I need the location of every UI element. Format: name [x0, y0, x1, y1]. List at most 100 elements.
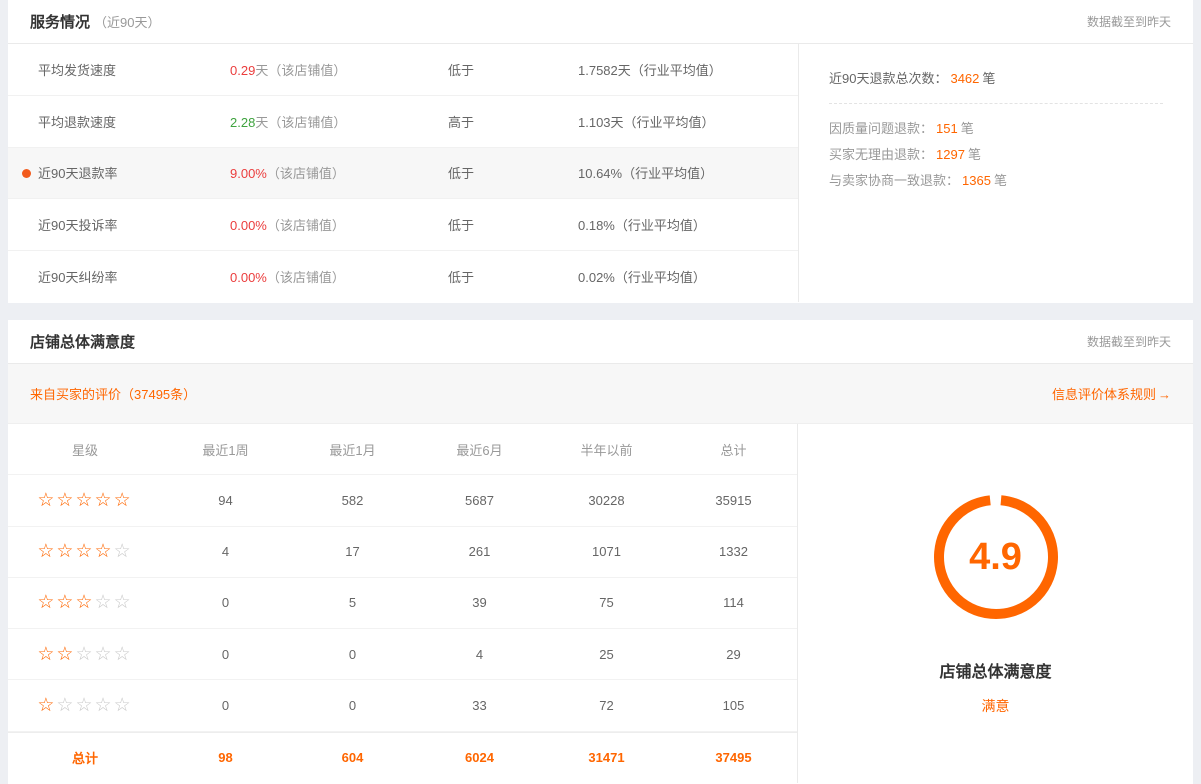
star-icon: ☆: [56, 490, 75, 511]
metric-store-value: 0.29天（该店铺值）: [222, 60, 440, 79]
arrow-right-icon: →: [1158, 387, 1171, 402]
rating-column-header: 星级: [8, 440, 162, 459]
star-icon: ☆: [114, 541, 133, 562]
rating-count: 33: [416, 698, 543, 713]
star-icon: ☆: [95, 490, 114, 511]
rating-rules-link-label: 信息评价体系规则: [1052, 387, 1156, 402]
metric-comparison: 高于: [440, 112, 570, 131]
refund-breakdown-item: 买家无理由退款：1297笔: [829, 142, 1163, 168]
rating-count: 35915: [670, 493, 797, 508]
metric-label: 近90天纠纷率: [8, 267, 222, 286]
satisfaction-panel-title: 店铺总体满意度: [30, 331, 135, 352]
rating-row: ☆☆☆☆☆41726110711332: [8, 527, 797, 578]
total-count: 37495: [670, 750, 797, 765]
rating-count: 94: [162, 493, 289, 508]
service-title-range: （近90天）: [94, 15, 160, 30]
star-rating: ☆☆☆☆☆: [8, 643, 162, 666]
star-icon: ☆: [56, 644, 75, 665]
metric-comparison: 低于: [440, 60, 570, 79]
service-metric-row[interactable]: 平均发货速度0.29天（该店铺值）低于1.7582天（行业平均值）: [8, 44, 798, 96]
star-icon: ☆: [95, 644, 114, 665]
star-icon: ☆: [75, 644, 94, 665]
score-label: 店铺总体满意度: [939, 658, 1051, 682]
metric-industry-value: 1.7582天（行业平均值）: [570, 60, 798, 79]
star-icon: ☆: [37, 592, 56, 613]
service-metric-row[interactable]: 近90天投诉率0.00%（该店铺值）低于0.18%（行业平均值）: [8, 199, 798, 251]
rating-count: 1332: [670, 544, 797, 559]
star-icon: ☆: [114, 644, 133, 665]
total-count: 98: [162, 750, 289, 765]
refund-breakdown-item: 因质量问题退款：151笔: [829, 116, 1163, 142]
rating-column-header: 总计: [670, 440, 797, 459]
star-icon: ☆: [114, 592, 133, 613]
metric-store-value: 9.00%（该店铺值）: [222, 163, 440, 182]
star-icon: ☆: [114, 695, 133, 716]
service-metric-row[interactable]: 近90天退款率9.00%（该店铺值）低于10.64%（行业平均值）: [8, 148, 798, 200]
star-icon: ☆: [37, 695, 56, 716]
rating-row: ☆☆☆☆☆9458256873022835915: [8, 475, 797, 526]
rating-count: 5687: [416, 493, 543, 508]
rating-count: 0: [162, 647, 289, 662]
satisfaction-panel: 店铺总体满意度 数据截至到昨天 来自买家的评价（37495条） 信息评价体系规则…: [8, 320, 1193, 784]
rating-count: 17: [289, 544, 416, 559]
satisfaction-panel-header: 店铺总体满意度 数据截至到昨天: [8, 320, 1193, 364]
rating-count: 582: [289, 493, 416, 508]
rating-count: 1071: [543, 544, 670, 559]
metric-comparison: 低于: [440, 215, 570, 234]
rating-column-header: 最近1月: [289, 440, 416, 459]
rating-count: 0: [289, 698, 416, 713]
satisfaction-body: 星级最近1周最近1月最近6月半年以前总计 ☆☆☆☆☆94582568730228…: [8, 424, 1193, 783]
service-panel-title: 服务情况（近90天）: [30, 11, 160, 32]
metric-comparison: 低于: [440, 163, 570, 182]
refund-total: 近90天退款总次数：3462笔: [829, 68, 1163, 87]
rating-total-row: 总计9860460243147137495: [8, 732, 797, 783]
total-row-label: 总计: [8, 748, 162, 767]
total-count: 604: [289, 750, 416, 765]
buyer-reviews-count: 来自买家的评价（37495条）: [30, 384, 196, 403]
dashed-divider: [829, 103, 1163, 104]
star-rating: ☆☆☆☆☆: [8, 694, 162, 717]
rating-count: 39: [416, 595, 543, 610]
rating-count: 30228: [543, 493, 670, 508]
refund-summary-panel: 近90天退款总次数：3462笔 因质量问题退款：151笔买家无理由退款：1297…: [798, 44, 1193, 302]
star-icon: ☆: [37, 541, 56, 562]
total-count: 6024: [416, 750, 543, 765]
star-icon: ☆: [95, 592, 114, 613]
score-status[interactable]: 满意: [982, 696, 1010, 716]
refund-total-unit: 笔: [982, 71, 995, 86]
rating-count: 75: [543, 595, 670, 610]
rating-count: 4: [416, 647, 543, 662]
refund-total-label: 近90天退款总次数：: [829, 71, 947, 86]
metric-label: 平均发货速度: [8, 60, 222, 79]
service-data-note: 数据截至到昨天: [1087, 13, 1171, 30]
metric-industry-value: 0.02%（行业平均值）: [570, 267, 798, 286]
metric-industry-value: 1.103天（行业平均值）: [570, 112, 798, 131]
star-icon: ☆: [95, 541, 114, 562]
metric-store-value: 2.28天（该店铺值）: [222, 112, 440, 131]
star-icon: ☆: [75, 592, 94, 613]
overall-score-panel: 4.9 店铺总体满意度 满意: [798, 424, 1193, 783]
refund-total-value: 3462: [950, 71, 979, 86]
rating-count: 72: [543, 698, 670, 713]
service-metric-row[interactable]: 平均退款速度2.28天（该店铺值）高于1.103天（行业平均值）: [8, 96, 798, 148]
star-icon: ☆: [56, 541, 75, 562]
refund-breakdown-item: 与卖家协商一致退款：1365笔: [829, 168, 1163, 194]
satisfaction-data-note: 数据截至到昨天: [1087, 333, 1171, 350]
rating-count: 105: [670, 698, 797, 713]
service-panel-body: 平均发货速度0.29天（该店铺值）低于1.7582天（行业平均值）平均退款速度2…: [8, 44, 1193, 302]
star-icon: ☆: [114, 490, 133, 511]
service-metric-row[interactable]: 近90天纠纷率0.00%（该店铺值）低于0.02%（行业平均值）: [8, 251, 798, 302]
metric-store-value: 0.00%（该店铺值）: [222, 215, 440, 234]
rating-count: 0: [162, 595, 289, 610]
rating-count: 25: [543, 647, 670, 662]
star-icon: ☆: [56, 695, 75, 716]
rating-count: 0: [162, 698, 289, 713]
star-rating: ☆☆☆☆☆: [8, 591, 162, 614]
score-ring-gauge: 4.9: [931, 492, 1061, 622]
buyer-reviews-bar: 来自买家的评价（37495条） 信息评价体系规则→: [8, 364, 1193, 424]
rating-column-header: 最近6月: [416, 440, 543, 459]
metric-industry-value: 10.64%（行业平均值）: [570, 163, 798, 182]
rating-count: 29: [670, 647, 797, 662]
rating-rules-link[interactable]: 信息评价体系规则→: [1052, 384, 1171, 403]
rating-count: 261: [416, 544, 543, 559]
